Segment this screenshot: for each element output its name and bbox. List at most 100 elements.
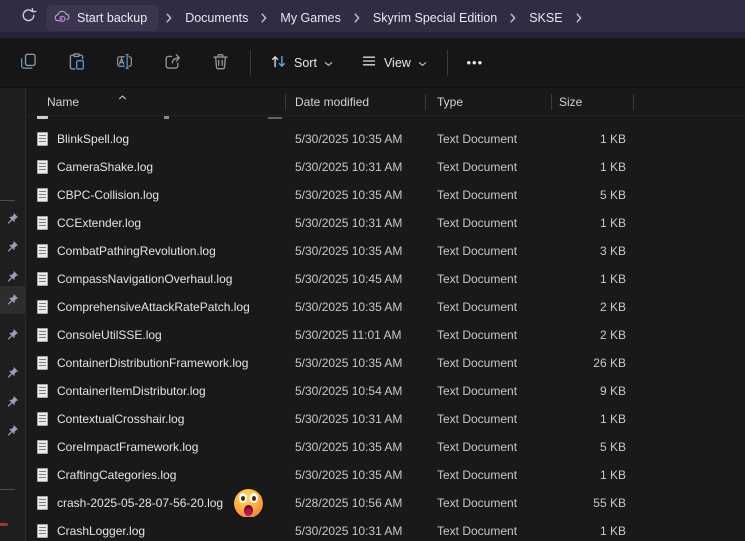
file-row[interactable]: CrashLogger.log 5/30/2025 10:31 AM Text Do… xyxy=(26,517,745,541)
clipped-file-row[interactable] xyxy=(26,116,745,125)
file-date-modified: 5/30/2025 10:54 AM xyxy=(295,384,403,398)
column-header-name[interactable]: Name xyxy=(26,88,286,115)
breadcrumb: Documents My Games Skyrim Special Edition S… xyxy=(180,7,589,29)
sort-button[interactable]: Sort xyxy=(260,47,343,79)
file-row[interactable]: ComprehensiveAttackRatePatch.log 5/30/202… xyxy=(26,293,745,321)
breadcrumb-item-documents[interactable]: Documents xyxy=(180,7,253,29)
file-size: 3 KB xyxy=(599,244,626,258)
file-row[interactable]: ContextualCrosshair.log 5/30/2025 10:31 A… xyxy=(26,405,745,433)
file-size: 1 KB xyxy=(599,272,626,286)
rename-button[interactable] xyxy=(106,46,142,80)
file-row[interactable]: crash-2025-05-28-07-56-20.log 5/28/2025 1… xyxy=(26,489,745,517)
paste-button[interactable] xyxy=(58,46,94,80)
text-document-icon xyxy=(37,160,48,174)
file-row[interactable]: CameraShake.log 5/30/2025 10:31 AM Text Do… xyxy=(26,153,745,181)
breadcrumb-item-my-games[interactable]: My Games xyxy=(275,7,345,29)
clipped-file-icon-fragment xyxy=(37,116,48,119)
pin-icon[interactable] xyxy=(6,293,19,306)
pin-icon[interactable] xyxy=(6,366,19,379)
sort-ascending-caret-icon xyxy=(118,89,127,103)
file-row[interactable]: BlinkSpell.log 5/30/2025 10:35 AM Text Doc… xyxy=(26,125,745,153)
file-size: 26 KB xyxy=(593,356,626,370)
file-name-cell: CrashLogger.log xyxy=(26,517,286,541)
file-row[interactable]: ContainerItemDistributor.log 5/30/2025 10… xyxy=(26,377,745,405)
refresh-button[interactable] xyxy=(10,4,46,32)
file-row[interactable]: CompassNavigationOverhaul.log 5/30/2025 1… xyxy=(26,265,745,293)
file-name: ContextualCrosshair.log xyxy=(57,412,185,426)
pin-icon[interactable] xyxy=(6,270,19,283)
start-backup-button[interactable]: Start backup xyxy=(46,4,159,31)
pin-icon[interactable] xyxy=(6,212,19,225)
chevron-down-icon xyxy=(418,56,427,70)
file-date-modified: 5/30/2025 10:35 AM xyxy=(295,188,403,202)
copy-icon xyxy=(19,52,38,74)
content-area: Name Date modified Type Size BlinkSpell.… xyxy=(0,88,745,541)
column-header-size[interactable]: Size xyxy=(552,88,634,115)
file-name-cell: ConsoleUtilSSE.log xyxy=(26,321,286,349)
file-name: CompassNavigationOverhaul.log xyxy=(57,272,233,286)
text-document-icon xyxy=(37,188,48,202)
view-label: View xyxy=(383,55,411,70)
file-type: Text Document xyxy=(437,496,518,510)
file-size: 2 KB xyxy=(599,300,626,314)
file-name: CrashLogger.log xyxy=(57,524,146,538)
file-date-modified: 5/28/2025 10:56 AM xyxy=(295,496,403,510)
toolbar-divider xyxy=(250,49,251,76)
file-size: 2 KB xyxy=(599,328,626,342)
chevron-right-icon xyxy=(261,13,267,23)
file-name: CoreImpactFramework.log xyxy=(57,440,199,454)
file-row[interactable]: CBPC-Collision.log 5/30/2025 10:35 AM Text… xyxy=(26,181,745,209)
file-row[interactable]: CoreImpactFramework.log 5/30/2025 10:35 A… xyxy=(26,433,745,461)
file-name: ContainerItemDistributor.log xyxy=(57,384,206,398)
pin-icon[interactable] xyxy=(6,240,19,253)
file-type: Text Document xyxy=(437,272,518,286)
file-size: 1 KB xyxy=(599,160,626,174)
breadcrumb-item-skse[interactable]: SKSE xyxy=(524,7,567,29)
chevron-right-icon xyxy=(166,13,172,23)
file-row[interactable]: ConsoleUtilSSE.log 5/30/2025 11:01 AM Text… xyxy=(26,321,745,349)
file-name-cell: CompassNavigationOverhaul.log xyxy=(26,265,286,293)
file-name-cell: ContainerItemDistributor.log xyxy=(26,377,286,405)
text-document-icon xyxy=(37,328,48,342)
file-row[interactable]: CombatPathingRevolution.log 5/30/2025 10:… xyxy=(26,237,745,265)
delete-button[interactable] xyxy=(202,46,238,80)
more-options-button[interactable]: ••• xyxy=(458,47,492,79)
file-type: Text Document xyxy=(437,412,518,426)
file-size: 55 KB xyxy=(593,496,626,510)
cloud-backup-icon xyxy=(54,9,71,26)
text-document-icon xyxy=(37,244,48,258)
file-name: CCExtender.log xyxy=(57,216,142,230)
file-type: Text Document xyxy=(437,468,518,482)
file-date-modified: 5/30/2025 10:31 AM xyxy=(295,412,403,426)
chevron-down-icon xyxy=(324,56,333,70)
file-row[interactable]: CraftingCategories.log 5/30/2025 10:35 AM… xyxy=(26,461,745,489)
file-type: Text Document xyxy=(437,188,518,202)
copy-button[interactable] xyxy=(10,46,46,80)
pin-icon[interactable] xyxy=(6,395,19,408)
file-date-modified: 5/30/2025 10:31 AM xyxy=(295,216,403,230)
file-type: Text Document xyxy=(437,524,518,538)
file-row[interactable]: CCExtender.log 5/30/2025 10:31 AM Text Doc… xyxy=(26,209,745,237)
column-header-row: Name Date modified Type Size xyxy=(26,88,745,116)
file-name-cell: crash-2025-05-28-07-56-20.log xyxy=(26,489,286,517)
file-row[interactable]: ContainerDistributionFramework.log 5/30/2… xyxy=(26,349,745,377)
file-date-modified: 5/30/2025 10:35 AM xyxy=(295,300,403,314)
breadcrumb-item-skyrim-special-edition[interactable]: Skyrim Special Edition xyxy=(368,7,502,29)
file-type: Text Document xyxy=(437,384,518,398)
share-button[interactable] xyxy=(154,46,190,80)
strip-divider xyxy=(0,200,15,201)
file-type: Text Document xyxy=(437,216,518,230)
file-size: 1 KB xyxy=(599,524,626,538)
file-date-modified: 5/30/2025 10:35 AM xyxy=(295,468,403,482)
command-toolbar: Sort View ••• xyxy=(0,38,745,88)
share-icon xyxy=(163,52,182,74)
column-header-type[interactable]: Type xyxy=(426,88,552,115)
text-document-icon xyxy=(37,132,48,146)
file-type: Text Document xyxy=(437,356,518,370)
strip-divider xyxy=(0,489,15,490)
text-document-icon xyxy=(37,300,48,314)
pin-icon[interactable] xyxy=(6,328,19,341)
column-header-date-modified[interactable]: Date modified xyxy=(286,88,426,115)
pin-icon[interactable] xyxy=(6,424,19,437)
view-button[interactable]: View xyxy=(351,47,437,79)
